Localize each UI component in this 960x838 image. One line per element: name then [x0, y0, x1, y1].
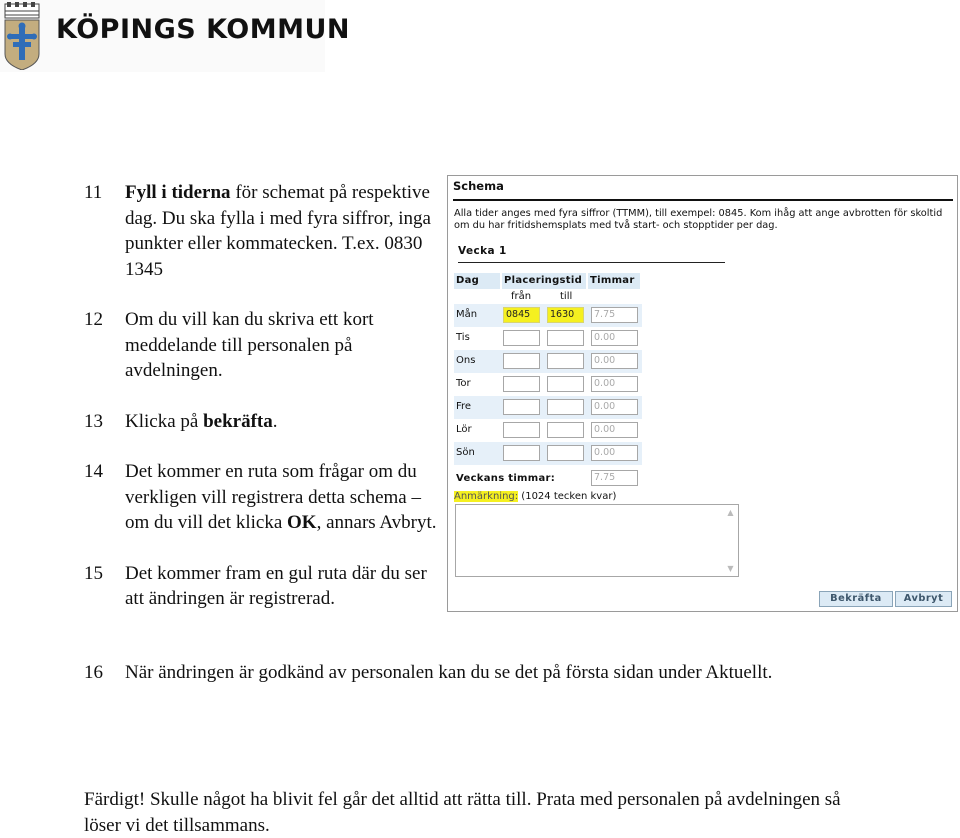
hours-field: 0.00	[591, 353, 638, 369]
coat-of-arms-icon	[4, 2, 40, 70]
textarea-scrollbar[interactable]: ▲ ▼	[724, 506, 737, 575]
day-label: Fre	[456, 401, 472, 412]
hours-field: 7.75	[591, 307, 638, 323]
from-input[interactable]	[503, 422, 540, 438]
from-input[interactable]	[503, 330, 540, 346]
day-label: Lör	[456, 424, 472, 435]
step-number: 13	[84, 410, 103, 432]
table-row: Sön 0.00	[454, 442, 642, 465]
from-input[interactable]: 0845	[503, 307, 540, 323]
week-divider	[458, 262, 725, 263]
step-text: Det kommer en ruta som frågar om du verk…	[125, 459, 444, 536]
table-row: Fre 0.00	[454, 396, 642, 419]
header-placement: Placeringstid	[502, 273, 586, 289]
step-number: 11	[84, 182, 103, 203]
schedule-rows: Mån 0845 1630 7.75 Tis 0.00 Ons 0.00 Tor…	[454, 304, 642, 465]
cancel-button[interactable]: Avbryt	[895, 591, 952, 607]
note-label-highlight: Anmärkning:	[454, 491, 519, 502]
header-hours: Timmar	[588, 273, 640, 289]
to-input[interactable]	[547, 445, 584, 461]
to-input[interactable]	[547, 330, 584, 346]
table-row: Ons 0.00	[454, 350, 642, 373]
hours-field: 0.00	[591, 445, 638, 461]
step-13: 13 Klicka på bekräfta.	[84, 409, 444, 435]
panel-title: Schema	[453, 179, 504, 193]
from-input[interactable]	[503, 445, 540, 461]
to-input[interactable]: 1630	[547, 307, 584, 323]
info-text: Alla tider anges med fyra siffror (TTMM)…	[454, 208, 943, 231]
confirm-button[interactable]: Bekräfta	[819, 591, 893, 607]
day-label: Mån	[456, 309, 478, 320]
table-row: Lör 0.00	[454, 419, 642, 442]
day-label: Ons	[456, 355, 476, 366]
to-input[interactable]	[547, 353, 584, 369]
step-text: Om du vill kan du skriva ett kort meddel…	[125, 309, 374, 381]
step-number: 15	[84, 562, 103, 584]
step-text: När ändringen är godkänd av personalen k…	[125, 662, 773, 683]
step-pre: Klicka på	[125, 410, 204, 432]
from-input[interactable]	[503, 376, 540, 392]
day-label: Sön	[456, 447, 475, 458]
to-input[interactable]	[547, 399, 584, 415]
kommun-logo: KÖPINGS KOMMUN	[0, 0, 350, 72]
step-bold: Fyll i tiderna	[125, 182, 231, 203]
step-text: Det kommer fram en gul ruta där du ser a…	[125, 562, 427, 610]
day-label: Tis	[456, 332, 470, 343]
closing-text: Färdigt! Skulle något ha blivit fel går …	[84, 789, 841, 836]
hours-field: 0.00	[591, 376, 638, 392]
schema-panel: Schema Alla tider anges med fyra siffror…	[447, 175, 958, 612]
header-day: Dag	[454, 273, 500, 289]
logo-text: KÖPINGS KOMMUN	[56, 14, 351, 45]
note-char-counter: (1024 tecken kvar)	[518, 491, 617, 502]
step-11: 11 Fyll i tiderna för schemat på respekt…	[84, 180, 444, 282]
week-total-value: 7.75	[591, 470, 638, 486]
scroll-up-icon[interactable]: ▲	[724, 506, 737, 519]
step-number: 14	[84, 461, 103, 482]
subheader-to: till	[560, 291, 573, 302]
step-text: Fyll i tiderna för schemat på respektive…	[125, 180, 444, 282]
table-row: Tor 0.00	[454, 373, 642, 396]
step-12: 12 Om du vill kan du skriva ett kort med…	[84, 307, 444, 384]
note-textarea[interactable]: ▲ ▼	[455, 504, 739, 577]
subheader-from: från	[511, 291, 532, 302]
from-input[interactable]	[503, 353, 540, 369]
step-number: 12	[84, 309, 103, 330]
note-label: Anmärkning: (1024 tecken kvar)	[454, 491, 616, 502]
table-row: Tis 0.00	[454, 327, 642, 350]
step-post: , annars Avbryt.	[316, 512, 437, 533]
scroll-down-icon[interactable]: ▼	[724, 562, 737, 575]
to-input[interactable]	[547, 422, 584, 438]
week-total-label: Veckans timmar:	[456, 473, 556, 484]
hours-field: 0.00	[591, 422, 638, 438]
step-15: 15 Det kommer fram en gul ruta där du se…	[84, 561, 444, 612]
week-title: Vecka 1	[458, 245, 507, 257]
from-input[interactable]	[503, 399, 540, 415]
title-divider	[453, 199, 953, 201]
to-input[interactable]	[547, 376, 584, 392]
table-row: Mån 0845 1630 7.75	[454, 304, 642, 327]
step-bold: OK	[287, 512, 317, 533]
step-14: 14 Det kommer en ruta som frågar om du v…	[84, 459, 444, 536]
step-bold: bekräfta	[203, 410, 273, 432]
hours-field: 0.00	[591, 330, 638, 346]
step-post: .	[272, 410, 278, 432]
step-text: Klicka på bekräfta.	[125, 409, 444, 435]
schedule-header: Dag Placeringstid Timmar	[454, 273, 642, 289]
hours-field: 0.00	[591, 399, 638, 415]
step-number: 16	[84, 662, 103, 683]
instruction-steps: 11 Fyll i tiderna för schemat på respekt…	[84, 180, 444, 637]
step-16: 16 När ändringen är godkänd av personale…	[84, 660, 824, 686]
day-label: Tor	[456, 378, 471, 389]
